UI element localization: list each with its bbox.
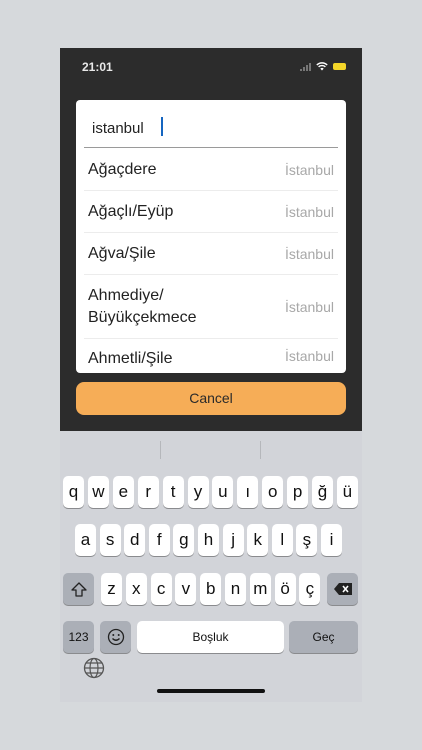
key-n[interactable]: n [225, 573, 246, 605]
key-c[interactable]: c [150, 573, 172, 605]
key-j[interactable]: j [222, 524, 244, 556]
suggestion-divider [160, 441, 161, 459]
result-city: İstanbul [284, 298, 334, 315]
key-ğ[interactable]: ğ [312, 476, 333, 508]
status-bar: 21:01 [60, 48, 362, 88]
key-y[interactable]: y [187, 476, 209, 508]
key-k[interactable]: k [247, 524, 269, 556]
space-key[interactable]: Boşluk [137, 621, 284, 653]
key-e[interactable]: e [112, 476, 134, 508]
result-name: Ağva/Şile [88, 244, 156, 262]
battery-icon [333, 63, 346, 70]
key-b[interactable]: b [200, 573, 222, 605]
key-s[interactable]: s [99, 524, 121, 556]
list-item[interactable]: Ağva/Şile İstanbul [84, 233, 338, 275]
suggestion-divider [260, 441, 261, 459]
result-city: İstanbul [284, 245, 334, 262]
key-m[interactable]: m [249, 573, 271, 605]
key-f[interactable]: f [148, 524, 170, 556]
key-i[interactable]: i [321, 524, 342, 556]
phone-screen: 21:01 Ağaçdere İstanbul Ağaçlı/Eyüp İsta… [60, 48, 362, 702]
shift-icon [70, 582, 87, 597]
search-dialog: Ağaçdere İstanbul Ağaçlı/Eyüp İstanbul A… [76, 100, 346, 373]
list-item[interactable]: Ahmetli/Şile İstanbul [84, 339, 338, 373]
result-name: Ahmetli/Şile [88, 350, 173, 367]
status-time: 21:01 [82, 60, 113, 74]
key-x[interactable]: x [125, 573, 147, 605]
text-cursor [161, 117, 163, 136]
result-name: Ahmediye/ Büyükçekmece [88, 286, 197, 326]
result-city: İstanbul [284, 348, 334, 364]
result-city: İstanbul [284, 161, 334, 178]
key-t[interactable]: t [162, 476, 184, 508]
key-h[interactable]: h [198, 524, 219, 556]
suggestion-bar [60, 431, 362, 469]
return-key[interactable]: Geç [289, 621, 358, 653]
result-name: Ağaçlı/Eyüp [88, 202, 174, 220]
backspace-icon [333, 583, 352, 595]
backspace-key[interactable] [327, 573, 358, 605]
key-ı[interactable]: ı [237, 476, 259, 508]
key-ö[interactable]: ö [274, 573, 296, 605]
key-d[interactable]: d [124, 524, 146, 556]
key-g[interactable]: g [173, 524, 195, 556]
key-a[interactable]: a [75, 524, 96, 556]
list-item[interactable]: Ahmediye/ Büyükçekmece İstanbul [84, 275, 338, 339]
numbers-key[interactable]: 123 [63, 621, 94, 653]
key-w[interactable]: w [87, 476, 109, 508]
emoji-icon [107, 628, 124, 646]
result-name: Ağaçdere [88, 160, 157, 178]
key-o[interactable]: o [262, 476, 284, 508]
key-p[interactable]: p [287, 476, 309, 508]
key-l[interactable]: l [271, 524, 293, 556]
keyboard: qwertyuıopğü asdfghjklşi zxcvbnmöç 123 B… [60, 431, 362, 702]
result-city: İstanbul [284, 203, 334, 220]
globe-icon[interactable] [83, 657, 105, 684]
key-q[interactable]: q [63, 476, 84, 508]
wifi-icon [316, 62, 328, 71]
signal-icon [300, 62, 311, 71]
key-ü[interactable]: ü [336, 476, 358, 508]
key-ş[interactable]: ş [296, 524, 318, 556]
home-indicator [157, 689, 265, 693]
key-r[interactable]: r [137, 476, 159, 508]
key-u[interactable]: u [212, 476, 234, 508]
shift-key[interactable] [63, 573, 94, 605]
emoji-key[interactable] [100, 621, 131, 653]
key-v[interactable]: v [175, 573, 197, 605]
list-item[interactable]: Ağaçdere İstanbul [84, 149, 338, 191]
list-item[interactable]: Ağaçlı/Eyüp İstanbul [84, 191, 338, 233]
key-z[interactable]: z [101, 573, 122, 605]
search-input[interactable] [84, 110, 338, 148]
results-list[interactable]: Ağaçdere İstanbul Ağaçlı/Eyüp İstanbul A… [84, 149, 338, 373]
cancel-button[interactable]: Cancel [76, 382, 346, 415]
status-icons [300, 62, 346, 71]
key-ç[interactable]: ç [299, 573, 321, 605]
